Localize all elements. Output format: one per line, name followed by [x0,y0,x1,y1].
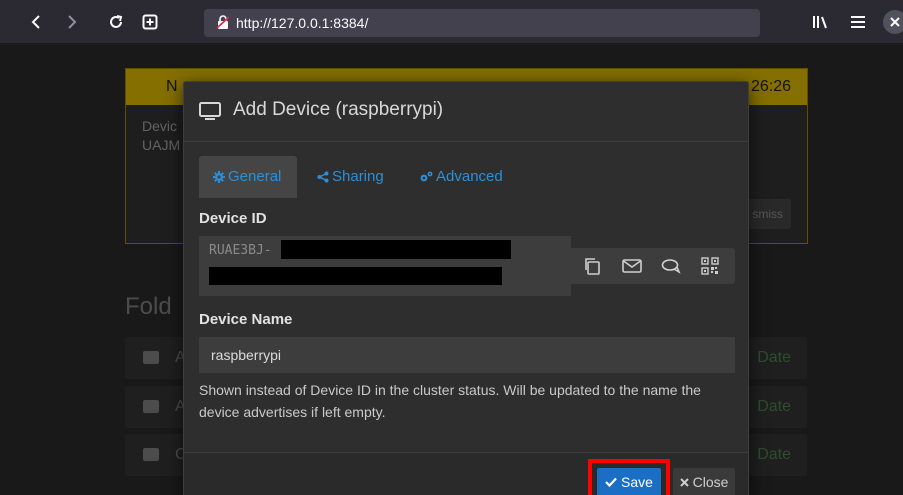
url-bar[interactable]: http://127.0.0.1:8384/ [204,9,760,37]
device-name-help: Shown instead of Device ID in the cluste… [199,382,701,420]
device-id-field[interactable]: RUAE3BJ- [199,236,571,296]
chat-icon[interactable] [660,256,682,276]
dialog-footer: Save Close [184,452,748,495]
cogs-icon [420,171,433,182]
browser-toolbar: http://127.0.0.1:8384/ [0,0,903,44]
copy-icon[interactable] [581,256,603,276]
qr-code-icon[interactable] [699,256,721,276]
tab-advanced[interactable]: Advanced [405,156,517,198]
device-id-prefix: RUAE3BJ- [209,243,272,258]
back-icon[interactable] [24,10,48,34]
add-device-dialog: Add Device (raspberrypi) General Sharing… [183,81,749,495]
tab-sharing[interactable]: Sharing [303,156,398,198]
gear-icon [213,171,225,183]
tab-sharing-label: Sharing [332,168,384,185]
url-text: http://127.0.0.1:8384/ [236,15,369,31]
tab-general[interactable]: General [199,156,297,198]
close-tab-icon[interactable] [883,10,903,34]
new-tab-icon[interactable] [138,10,162,34]
insecure-lock-icon[interactable] [217,15,229,29]
dialog-header: Add Device (raspberrypi) [184,82,748,142]
close-label: Close [692,474,729,490]
save-label: Save [621,474,653,490]
close-button[interactable]: Close [673,468,735,495]
page-content: N 26:26 Devic UAJM smiss Fold A Date A D… [0,45,903,495]
email-icon[interactable] [621,256,643,276]
monitor-icon [199,102,221,120]
close-icon [679,477,689,487]
redaction-bar [209,267,502,285]
device-name-label: Device Name [199,311,293,328]
share-icon [317,171,329,183]
tab-advanced-label: Advanced [436,168,503,185]
device-id-label: Device ID [199,210,267,227]
redaction-bar [281,240,511,259]
library-icon[interactable] [808,10,832,34]
check-icon [605,477,617,487]
tab-general-label: General [228,168,282,185]
reload-icon[interactable] [104,10,128,34]
device-id-actions [571,248,735,284]
device-name-input[interactable] [199,337,735,373]
dialog-title: Add Device (raspberrypi) [233,99,444,120]
menu-icon[interactable] [846,10,870,34]
forward-icon[interactable] [60,10,84,34]
save-button[interactable]: Save [597,468,661,495]
